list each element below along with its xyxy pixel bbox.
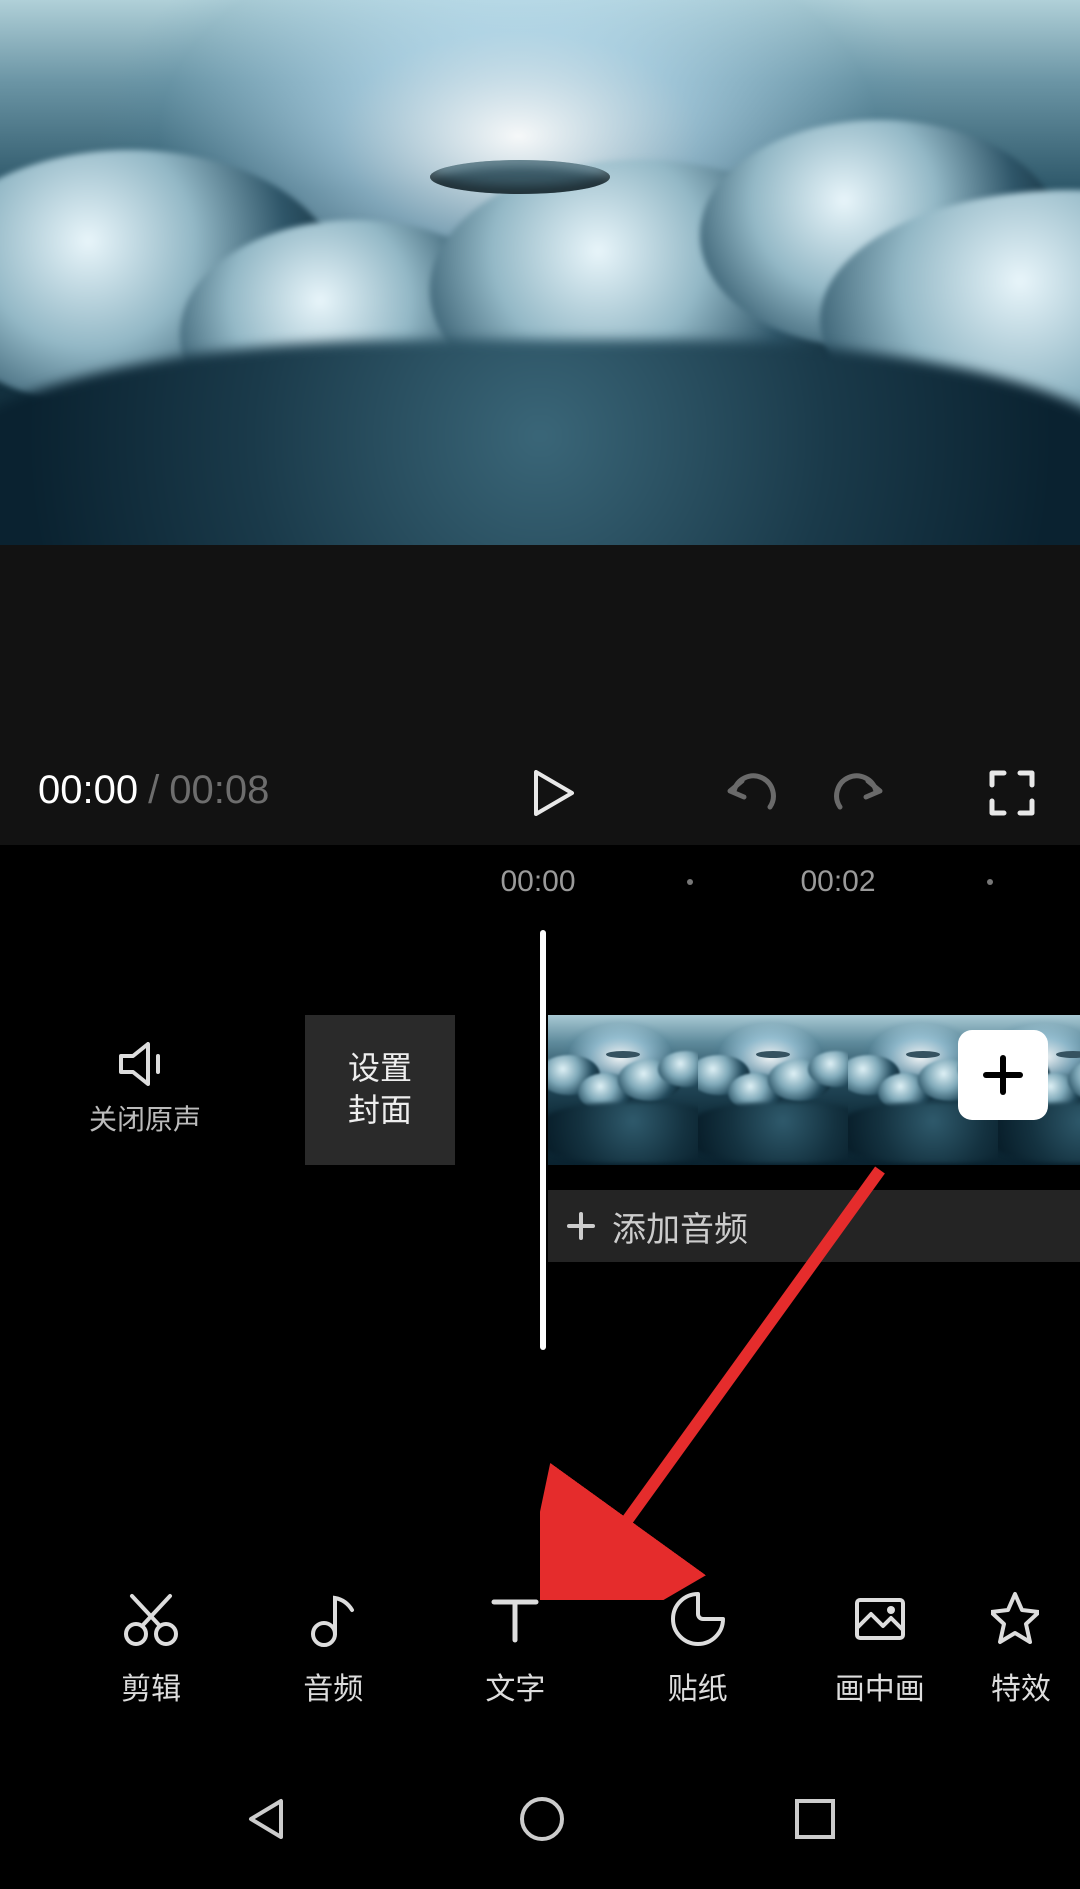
fullscreen-icon: [988, 769, 1036, 817]
speaker-icon: [118, 1042, 172, 1086]
bottom-toolbar: 剪辑 音频 文字 贴纸 画中画 特效: [0, 1590, 1080, 1760]
nav-back-button[interactable]: [243, 1795, 291, 1843]
square-recent-icon: [793, 1797, 837, 1841]
undo-icon: [724, 771, 776, 815]
system-nav-bar: [0, 1749, 1080, 1889]
text-icon: [486, 1590, 544, 1648]
tool-label: 剪辑: [121, 1664, 181, 1708]
tool-edit[interactable]: 剪辑: [60, 1590, 242, 1760]
clip-thumbnail: [698, 1015, 848, 1165]
nav-recent-button[interactable]: [793, 1797, 837, 1841]
tool-sticker[interactable]: 贴纸: [607, 1590, 789, 1760]
set-cover-label: 设置 封面: [348, 1048, 412, 1131]
plus-icon: [980, 1052, 1026, 1098]
add-audio-button[interactable]: 添加音频: [548, 1190, 1080, 1262]
ruler-tick: 00:02: [800, 865, 875, 899]
add-audio-label: 添加音频: [612, 1202, 748, 1251]
tool-label: 特效: [991, 1664, 1051, 1708]
total-time: 00:08: [169, 768, 269, 813]
set-cover-button[interactable]: 设置 封面: [305, 1015, 455, 1165]
nav-home-button[interactable]: [517, 1794, 567, 1844]
plus-icon: [566, 1211, 596, 1241]
clip-thumbnail: [548, 1015, 698, 1165]
tool-effects[interactable]: 特效: [971, 1590, 1080, 1760]
time-display: 00:00 / 00:08: [38, 768, 269, 813]
music-note-icon: [304, 1590, 362, 1648]
timeline[interactable]: 00:00 00:02 关闭原声 设置 封面: [0, 845, 1080, 1405]
play-icon: [532, 770, 574, 816]
tool-pip[interactable]: 画中画: [789, 1590, 971, 1760]
tool-label: 音频: [303, 1664, 363, 1708]
mute-original-button[interactable]: 关闭原声: [0, 1042, 290, 1138]
ruler-tick: 00:00: [500, 865, 575, 899]
playback-controls-bar: 00:00 / 00:08: [0, 545, 1080, 845]
picture-in-picture-icon: [851, 1590, 909, 1648]
scissors-icon: [122, 1590, 180, 1648]
fullscreen-button[interactable]: [982, 763, 1042, 823]
undo-button[interactable]: [720, 763, 780, 823]
sticker-icon: [669, 1590, 727, 1648]
mute-label: 关闭原声: [89, 1098, 201, 1138]
ruler-dot: [987, 879, 993, 885]
redo-button[interactable]: [830, 763, 890, 823]
playhead[interactable]: [540, 930, 546, 1350]
circle-home-icon: [517, 1794, 567, 1844]
time-ruler: 00:00 00:02: [0, 865, 1080, 915]
redo-icon: [834, 771, 886, 815]
tool-label: 贴纸: [668, 1664, 728, 1708]
tool-text[interactable]: 文字: [424, 1590, 606, 1760]
time-separator: /: [148, 768, 159, 813]
tool-label: 画中画: [835, 1664, 925, 1708]
add-clip-button[interactable]: [958, 1030, 1048, 1120]
current-time: 00:00: [38, 768, 138, 813]
tool-audio[interactable]: 音频: [242, 1590, 424, 1760]
star-icon: [991, 1590, 1039, 1648]
ruler-dot: [687, 879, 693, 885]
tool-label: 文字: [485, 1664, 545, 1708]
play-button[interactable]: [523, 763, 583, 823]
triangle-back-icon: [243, 1795, 291, 1843]
video-preview[interactable]: [0, 0, 1080, 545]
